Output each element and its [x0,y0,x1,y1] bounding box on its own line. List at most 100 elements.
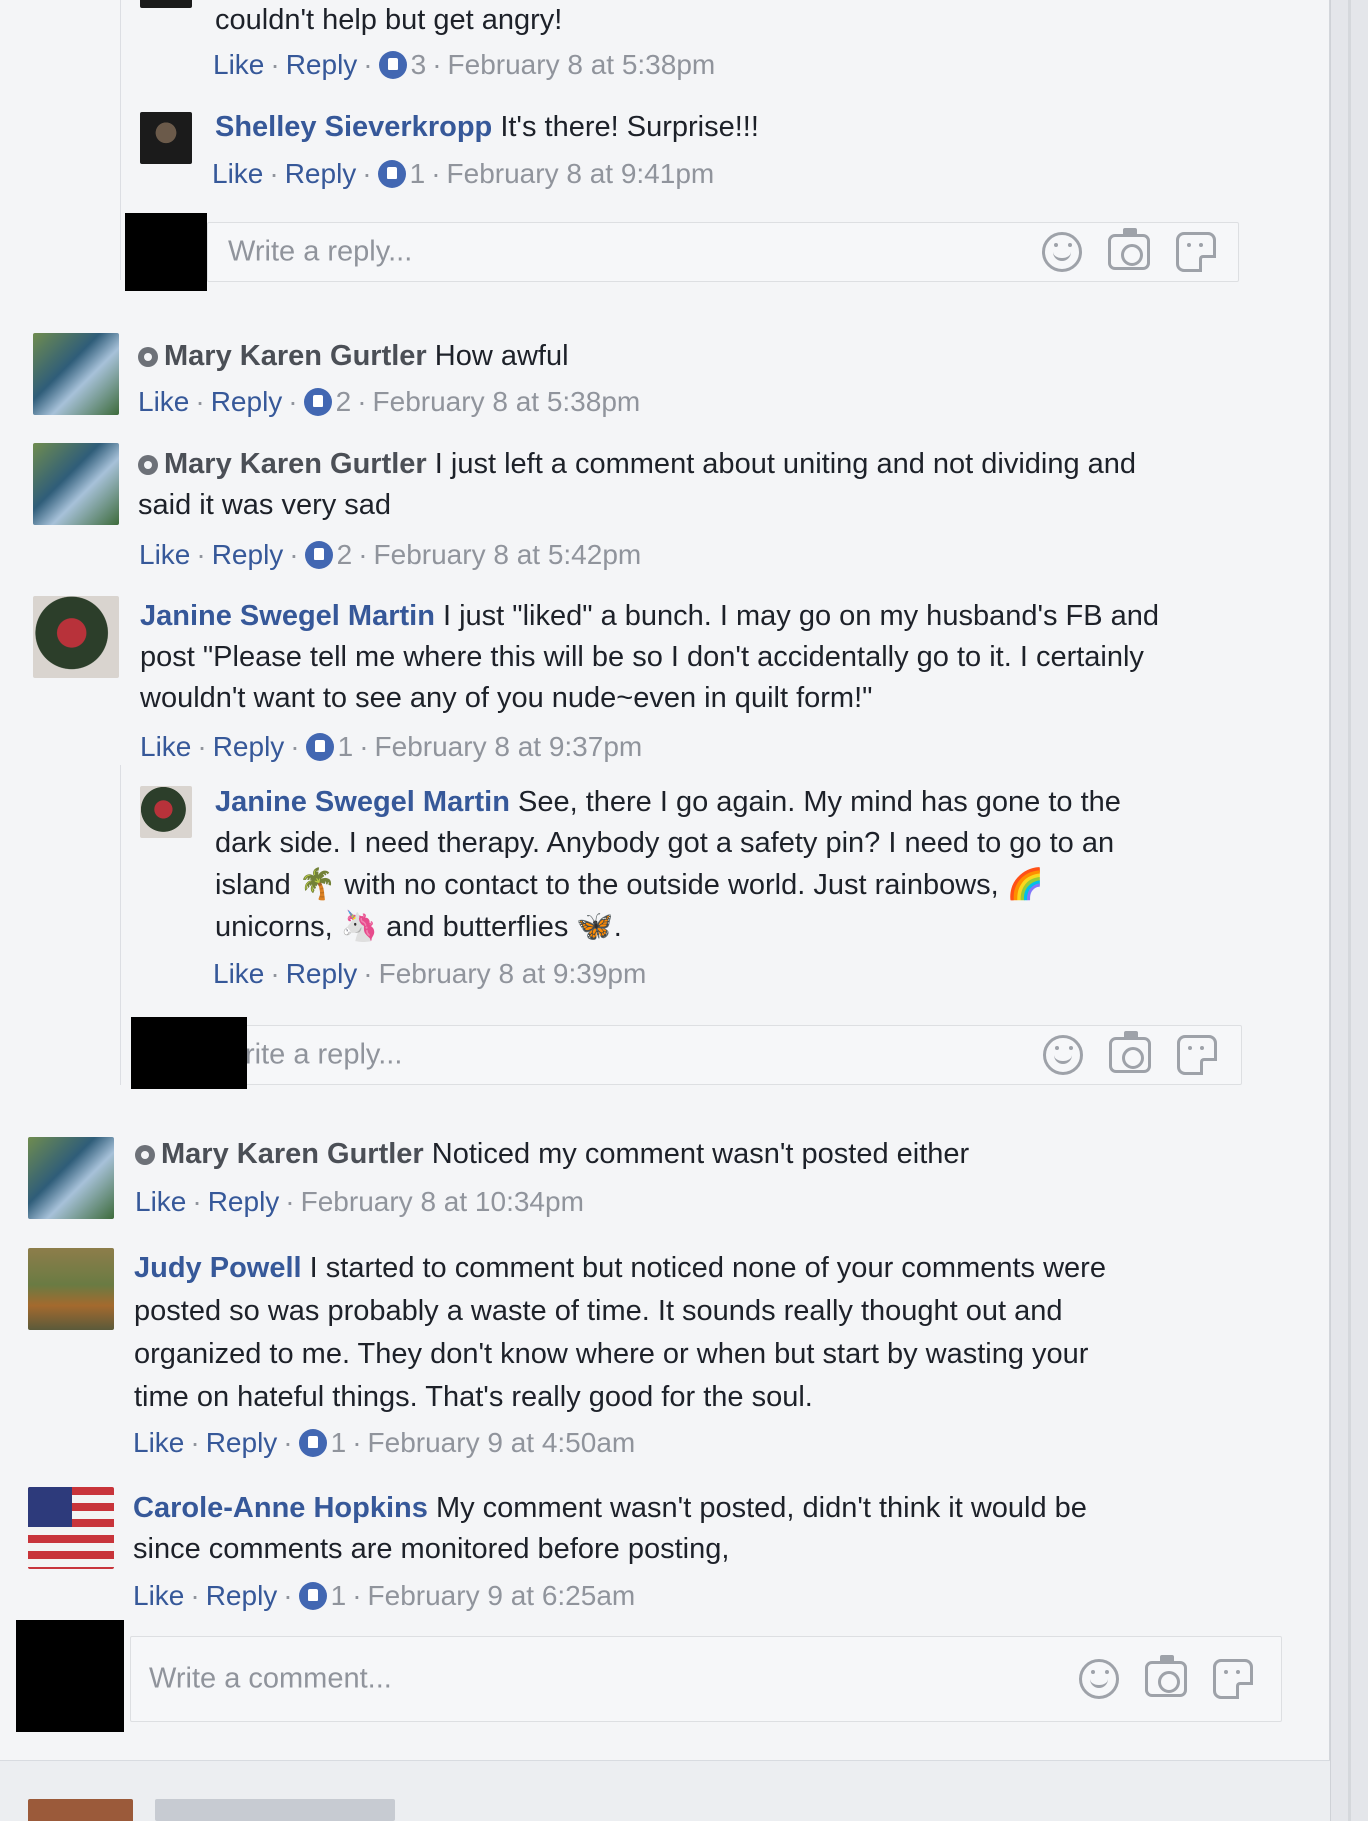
reply-link[interactable]: Reply [286,958,358,989]
like-link[interactable]: Like [133,1427,184,1458]
emoji-icon[interactable] [1042,232,1082,272]
timestamp[interactable]: February 8 at 5:38pm [373,386,641,417]
separator: · [285,1186,295,1217]
comment-actions: Like · Reply · 1 · February 9 at 4:50am [133,1425,635,1461]
comment-text: Mary Karen Gurtler I just left a comment… [138,448,1137,521]
comment-author[interactable]: Mary Karen Gurtler [164,448,427,480]
separator: · [289,539,299,570]
sticker-icon[interactable] [1176,232,1216,272]
comment-input-placeholder[interactable]: Write a comment... [149,1663,392,1696]
camera-icon[interactable] [1108,228,1150,270]
separator: · [190,1427,200,1458]
like-reaction-icon[interactable] [305,733,334,761]
separator: · [431,158,441,189]
reply-link[interactable]: Reply [286,49,358,80]
like-link[interactable]: Like [140,731,191,762]
separator: · [290,731,300,762]
timestamp[interactable]: February 8 at 9:39pm [379,958,647,989]
avatar[interactable] [140,0,192,8]
avatar[interactable] [28,1137,114,1219]
like-reaction-icon[interactable] [378,51,407,79]
comment-author[interactable]: Carole-Anne Hopkins [133,1492,428,1524]
emoji-icon[interactable] [1043,1035,1083,1075]
reply-link[interactable]: Reply [206,1427,278,1458]
reaction-count[interactable]: 2 [336,386,352,417]
camera-icon[interactable] [1109,1031,1151,1073]
reaction-count[interactable]: 1 [331,1580,347,1611]
camera-icon[interactable] [1145,1655,1187,1697]
sticker-icon[interactable] [1213,1659,1253,1699]
separator: · [362,158,372,189]
comment-author[interactable]: Janine Swegel Martin [140,600,435,632]
separator: · [195,386,205,417]
reaction-count[interactable]: 2 [337,539,353,570]
like-reaction-icon[interactable] [377,160,406,188]
reply-link[interactable]: Reply [206,1580,278,1611]
comment-author[interactable]: Mary Karen Gurtler [161,1138,424,1170]
like-reaction-icon[interactable] [304,541,333,569]
timestamp[interactable]: February 8 at 9:41pm [447,158,715,189]
comment-author[interactable]: Janine Swegel Martin [215,786,510,818]
reply-input-placeholder[interactable]: Write a reply... [228,236,412,269]
reaction-count[interactable]: 3 [411,49,427,80]
timestamp[interactable]: February 9 at 6:25am [368,1580,636,1611]
like-link[interactable]: Like [213,49,264,80]
timestamp[interactable]: February 8 at 9:37pm [375,731,643,762]
separator: · [352,1427,362,1458]
comment-text: Judy Powell I started to comment but not… [134,1252,1106,1413]
reaction-count[interactable]: 1 [410,158,426,189]
reply-input-placeholder[interactable]: rite a reply... [245,1039,402,1072]
separator: · [196,539,206,570]
like-link[interactable]: Like [212,158,263,189]
avatar[interactable] [28,1248,114,1330]
comments-panel: couldn't help but get angry! Like · Reply ·… [0,0,1330,1760]
like-reaction-icon[interactable] [303,388,332,416]
reply-thread-line [120,0,121,280]
sticker-icon[interactable] [1177,1035,1217,1075]
avatar[interactable] [33,333,119,415]
separator: · [363,49,373,80]
reply-input-box[interactable]: Write a reply... [207,222,1239,282]
emoji-icon[interactable] [1079,1659,1119,1699]
avatar[interactable] [28,1487,114,1569]
reply-input-box[interactable]: rite a reply... [132,1025,1242,1085]
comment-actions: Like · Reply · 2 · February 8 at 5:38pm [138,384,640,420]
comment-author[interactable]: Mary Karen Gurtler [164,340,427,372]
reply-link[interactable]: Reply [211,386,283,417]
palm-tree-emoji: 🌴 [298,867,337,902]
redacted-avatar [16,1620,124,1732]
comment-input-box[interactable]: Write a comment... [130,1636,1282,1722]
unicorn-emoji: 🦄 [340,909,379,944]
reply-link[interactable]: Reply [285,158,357,189]
reaction-count[interactable]: 1 [338,731,354,762]
reaction-count[interactable]: 1 [331,1427,347,1458]
reply-link[interactable]: Reply [208,1186,280,1217]
scrollbar[interactable] [1330,0,1368,1821]
avatar[interactable] [140,112,192,164]
comment-actions: Like · Reply · 2 · February 8 at 5:42pm [139,537,641,573]
like-reaction-icon[interactable] [298,1429,327,1457]
timestamp[interactable]: February 8 at 10:34pm [301,1186,584,1217]
avatar[interactable] [28,1799,133,1821]
like-link[interactable]: Like [139,539,190,570]
reply-link[interactable]: Reply [213,731,285,762]
comment-author[interactable]: Judy Powell [134,1252,302,1284]
avatar[interactable] [140,786,192,838]
separator: · [357,386,367,417]
like-link[interactable]: Like [213,958,264,989]
timestamp[interactable]: February 8 at 5:42pm [374,539,642,570]
avatar[interactable] [33,596,119,678]
reply-thread-line [120,765,121,1085]
like-link[interactable]: Like [133,1580,184,1611]
comment-author[interactable]: Shelley Sieverkropp [215,111,492,143]
like-link[interactable]: Like [135,1186,186,1217]
like-reaction-icon[interactable] [298,1582,327,1610]
timestamp[interactable]: February 9 at 4:50am [368,1427,636,1458]
comment-text: Janine Swegel Martin See, there I go aga… [215,786,1121,944]
redacted-avatar [131,1017,247,1089]
timestamp[interactable]: February 8 at 5:38pm [448,49,716,80]
separator: · [358,539,368,570]
reply-link[interactable]: Reply [212,539,284,570]
avatar[interactable] [33,443,119,525]
like-link[interactable]: Like [138,386,189,417]
